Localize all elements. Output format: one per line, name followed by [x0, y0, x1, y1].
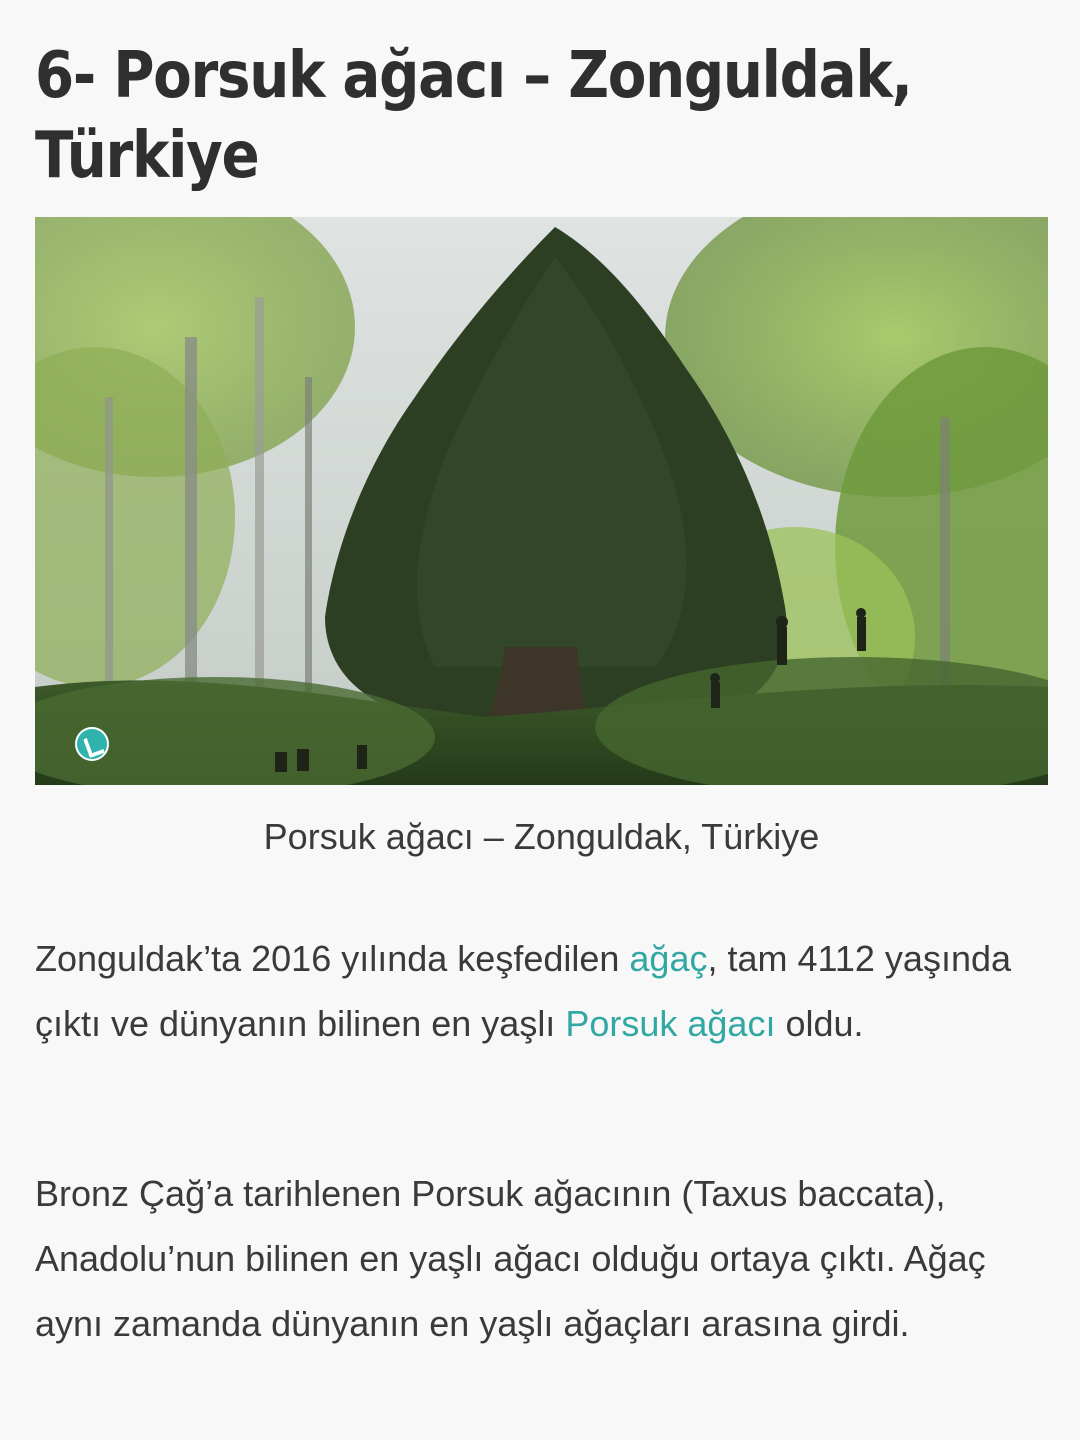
paragraph-details: Bronz Çağ’a tarihlenen Porsuk ağacının (…	[35, 1173, 986, 1344]
figure-caption: Porsuk ağacı – Zonguldak, Türkiye	[263, 816, 820, 857]
article-photo[interactable]	[35, 217, 1048, 785]
article: 6- Porsuk ağacı – Zonguldak, Türkiye Por…	[35, 0, 1048, 1344]
paragraph-text: Zonguldak’ta 2016 yılında keşfedilen	[35, 938, 630, 979]
paragraph-text: oldu.	[775, 1003, 864, 1044]
link-agac[interactable]: ağaç	[629, 938, 707, 979]
article-heading: 6- Porsuk ağacı – Zonguldak, Türkiye	[35, 39, 913, 193]
paragraph-intro: Zonguldak’ta 2016 yılında keşfedilen ağa…	[35, 926, 1048, 1056]
link-porsuk-agaci[interactable]: Porsuk ağacı	[565, 1003, 775, 1044]
watermark	[75, 727, 109, 761]
forest-photo-illustration	[35, 217, 1048, 785]
brand-logo-icon	[75, 727, 109, 761]
